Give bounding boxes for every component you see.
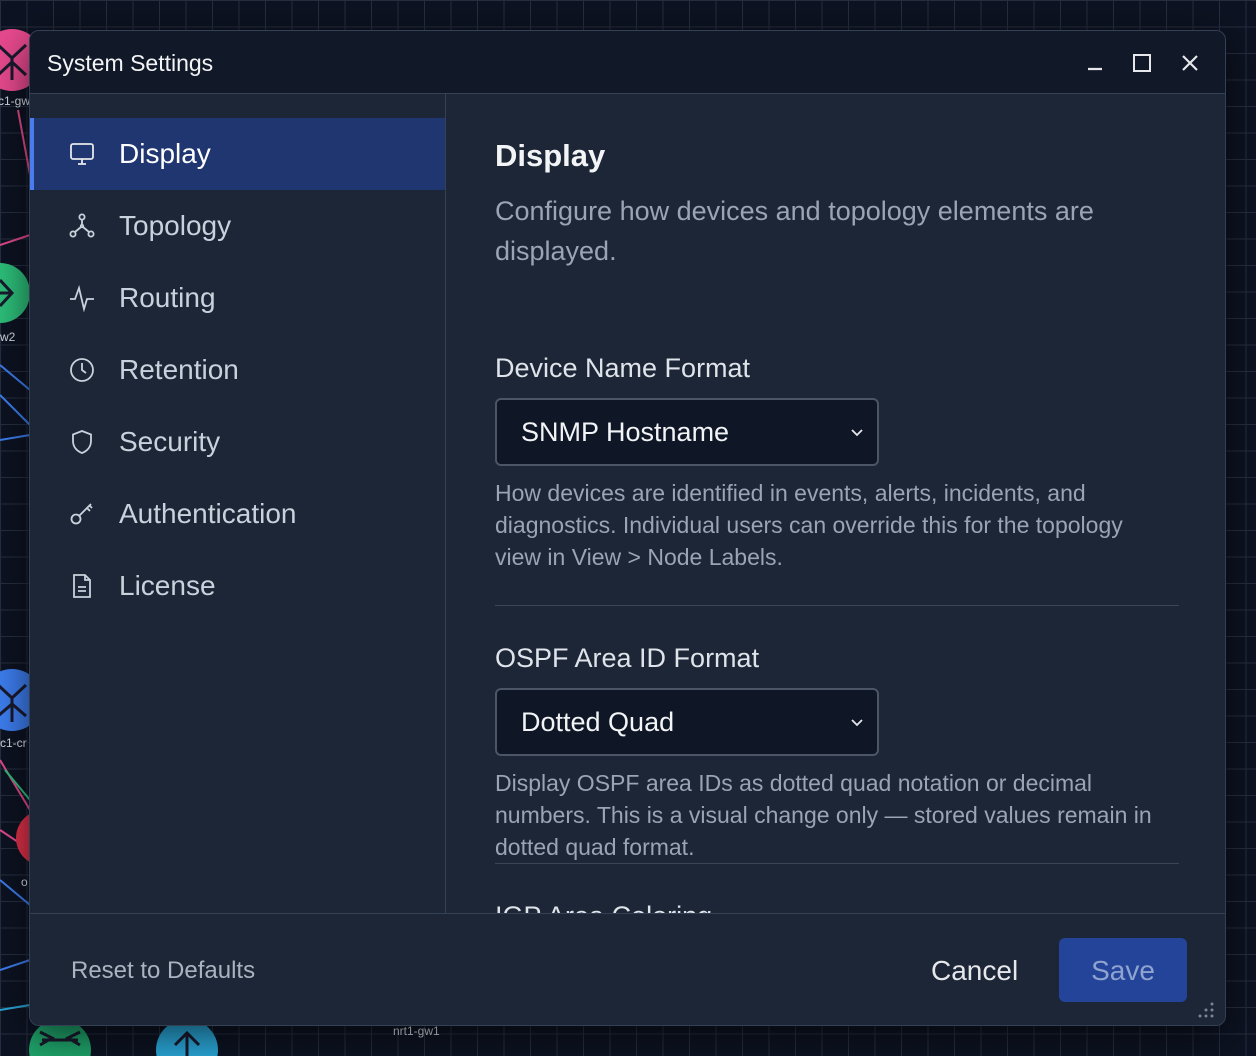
node-label: w2: [0, 330, 16, 344]
sidebar-item-label: Authentication: [119, 498, 297, 529]
shield-icon: [68, 428, 96, 456]
key-icon: [68, 500, 96, 528]
sidebar-item-label: Display: [119, 138, 211, 169]
select-value: Dotted Quad: [521, 707, 675, 737]
sidebar-item-label: License: [119, 570, 216, 601]
node-label: c1-gw: [0, 94, 31, 108]
maximize-icon: [1133, 54, 1151, 72]
clock-icon: [68, 356, 96, 384]
monitor-icon: [68, 140, 96, 168]
device-name-format-label: Device Name Format: [495, 353, 751, 383]
reset-to-defaults-button[interactable]: Reset to Defaults: [71, 957, 255, 985]
cancel-button[interactable]: Cancel: [931, 955, 1018, 987]
settings-content: Display Configure how devices and topolo…: [447, 94, 1225, 913]
settings-dialog: System Settings Display Topology Routing…: [29, 30, 1226, 1026]
chevron-down-icon: [851, 429, 863, 437]
settings-sidebar: Display Topology Routing Retention Secur…: [30, 94, 446, 913]
igp-area-coloring-label: IGP Area Coloring: [495, 901, 712, 913]
sidebar-item-license[interactable]: License: [30, 550, 445, 622]
select-value: SNMP Hostname: [521, 417, 730, 447]
node-label: nrt1-gw1: [393, 1024, 440, 1038]
sidebar-item-authentication[interactable]: Authentication: [30, 478, 445, 550]
sidebar-item-label: Security: [119, 426, 221, 457]
sidebar-item-label: Routing: [119, 282, 216, 313]
section-divider: [495, 605, 1179, 606]
page-subtitle: Configure how devices and topology eleme…: [495, 196, 1094, 266]
sidebar-item-retention[interactable]: Retention: [30, 334, 445, 406]
minimize-button[interactable]: [1079, 47, 1111, 79]
close-button[interactable]: [1174, 47, 1206, 79]
page-title: Display: [495, 138, 606, 173]
ospf-area-id-format-select[interactable]: Dotted Quad: [495, 688, 879, 756]
chevron-down-icon: [851, 719, 863, 727]
sidebar-item-label: Topology: [119, 210, 232, 241]
close-icon: [1182, 55, 1198, 71]
ospf-area-id-format-help: Display OSPF area IDs as dotted quad not…: [495, 770, 1152, 860]
save-button[interactable]: Save: [1059, 938, 1187, 1002]
sidebar-item-topology[interactable]: Topology: [30, 190, 445, 262]
ospf-area-id-format-label: OSPF Area ID Format: [495, 643, 760, 673]
topology-icon: [68, 212, 96, 240]
router-node-2: [0, 263, 30, 323]
node-label: o: [21, 875, 28, 889]
sidebar-item-routing[interactable]: Routing: [30, 262, 445, 334]
dialog-footer: Reset to Defaults Cancel Save: [30, 913, 1225, 1025]
section-divider: [495, 863, 1179, 864]
sidebar-item-display[interactable]: Display: [30, 118, 445, 190]
sidebar-item-label: Retention: [119, 354, 239, 385]
minimize-icon: [1088, 67, 1102, 71]
save-button-label: Save: [1091, 955, 1155, 986]
dialog-titlebar[interactable]: System Settings: [30, 31, 1225, 94]
dialog-title: System Settings: [47, 50, 214, 76]
activity-icon: [68, 284, 96, 313]
maximize-button[interactable]: [1126, 47, 1158, 79]
device-name-format-help: How devices are identified in events, al…: [495, 480, 1123, 570]
node-label: c1-cr: [0, 736, 27, 750]
sidebar-item-security[interactable]: Security: [30, 406, 445, 478]
resize-grip-icon[interactable]: [1197, 1001, 1215, 1019]
document-icon: [68, 572, 96, 600]
device-name-format-select[interactable]: SNMP Hostname: [495, 398, 879, 466]
